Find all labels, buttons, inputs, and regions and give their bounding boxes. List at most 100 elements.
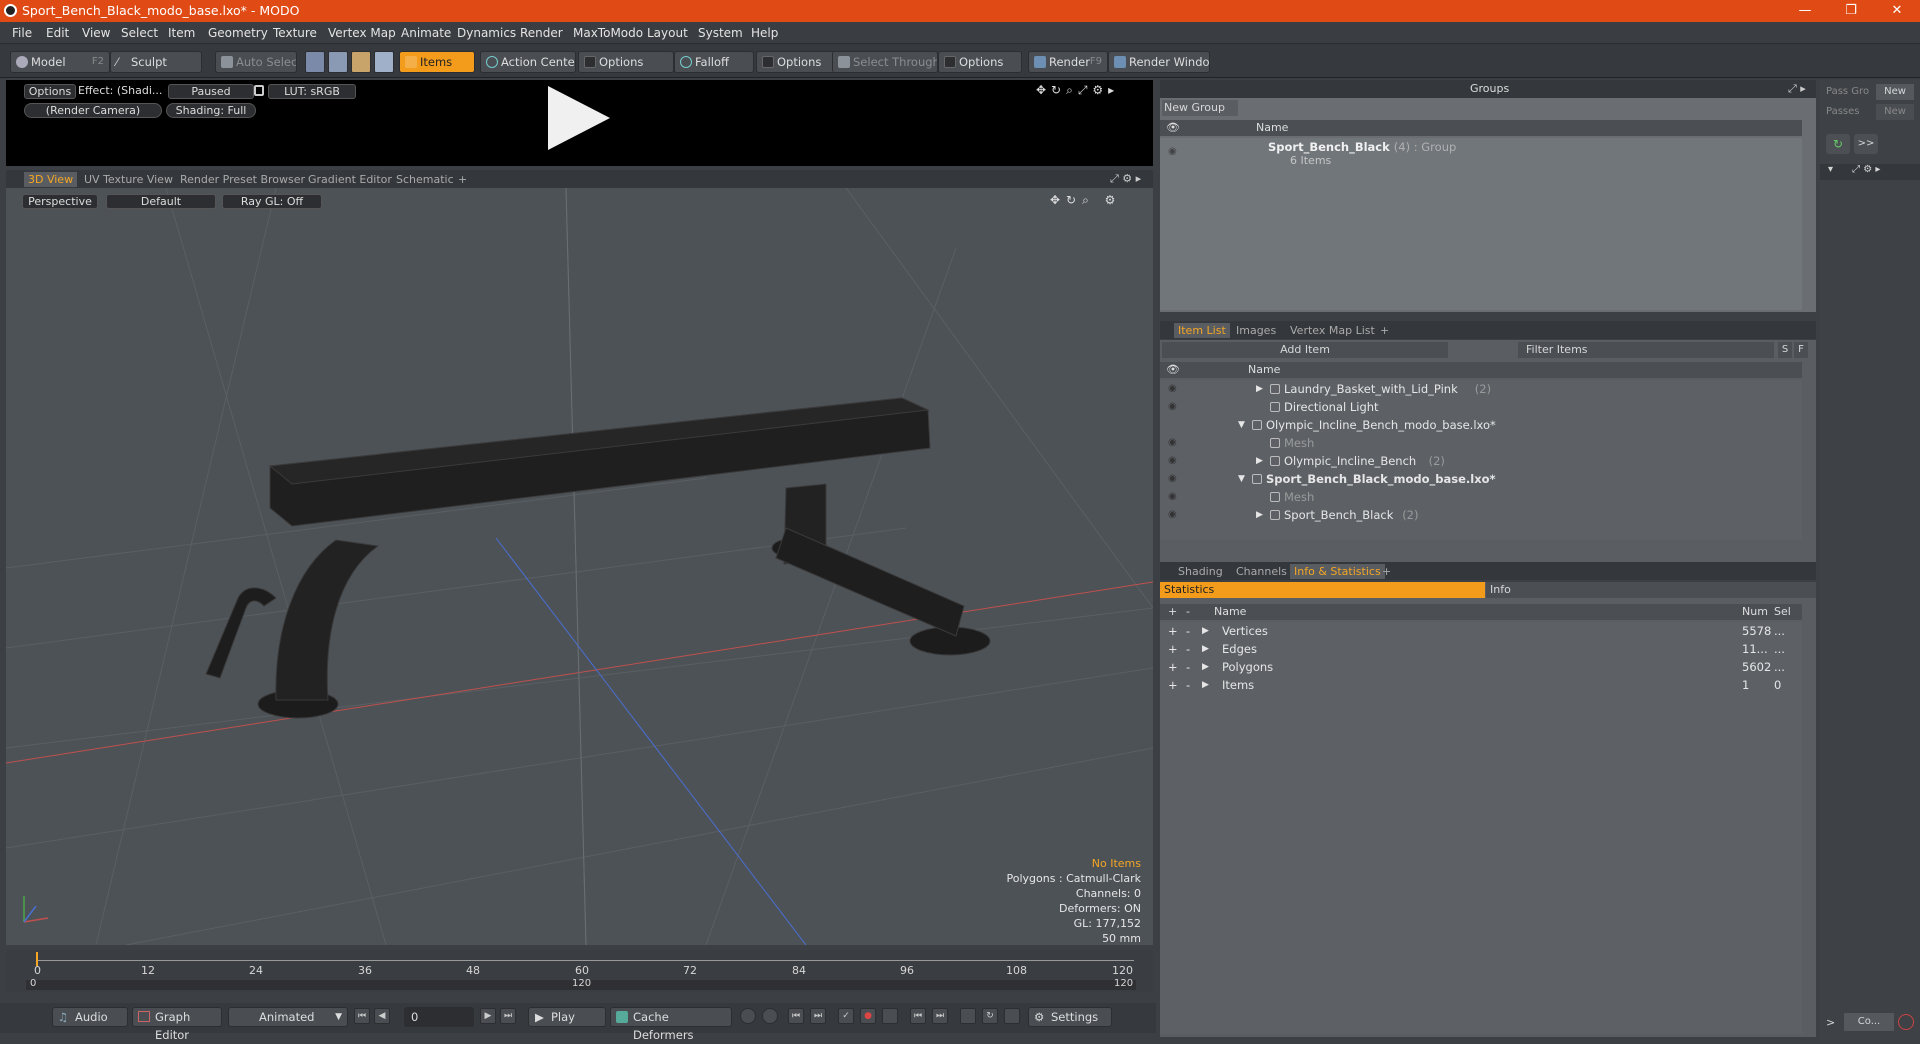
render-camera-dropdown[interactable]: (Render Camera) [24, 103, 162, 118]
falloff-options-button[interactable]: Options [756, 51, 836, 73]
lock-icon[interactable] [254, 85, 264, 96]
select-through-button[interactable]: Select Through [832, 51, 938, 73]
stats-row[interactable]: + - ▶ Items 1 0 [1160, 676, 1802, 694]
3d-viewport[interactable]: Perspective Default Ray GL: Off ✥↻⌕ ⚙ No… [6, 188, 1153, 945]
tab-item-list[interactable]: Item List [1174, 323, 1230, 338]
settings-button[interactable]: ⚙ Settings [1028, 1007, 1112, 1027]
preview-effect-dropdown[interactable]: Effect: (Shadi... [78, 84, 164, 99]
play-icon[interactable] [548, 86, 610, 150]
tab-gradient-editor[interactable]: Gradient Editor [304, 172, 396, 187]
prev-key-icon[interactable]: ⏮ [788, 1008, 804, 1024]
action-center-button[interactable]: Action Center [480, 51, 576, 73]
tab-shading[interactable]: Shading [1174, 564, 1227, 579]
f-toggle[interactable]: F [1794, 342, 1808, 358]
minimize-button[interactable]: — [1782, 0, 1828, 22]
viewport-nav-icons[interactable]: ✥↻⌕ ⚙ [1050, 193, 1121, 208]
tab-schematic[interactable]: Schematic [392, 172, 458, 187]
item-list-row[interactable]: ◉ ▶ Sport_Bench_Black (2) [1160, 506, 1802, 524]
tab-uv-texture-view[interactable]: UV Texture View [80, 172, 177, 187]
refresh-icon[interactable]: ↻ [982, 1008, 998, 1024]
item-list-row[interactable]: ◉ Mesh [1160, 488, 1802, 506]
viewport-tab-controls-icon[interactable]: ⤢ ⚙ ▸ [1110, 172, 1141, 186]
tab-channels[interactable]: Channels [1232, 564, 1291, 579]
menu-view[interactable]: View [82, 26, 110, 40]
s-toggle[interactable]: S [1778, 342, 1792, 358]
expand-arrow-icon[interactable]: ▶ [1202, 640, 1209, 658]
expand-arrow-icon[interactable]: ▶ [1202, 658, 1209, 676]
key-icon[interactable] [740, 1008, 756, 1024]
raygl-dropdown[interactable]: Ray GL: Off [222, 194, 322, 209]
new-group-button[interactable]: New Group [1162, 100, 1238, 116]
animated-dropdown[interactable]: Animated ▼ [228, 1007, 348, 1027]
expand-arrow-icon[interactable]: ▼ [1238, 470, 1245, 488]
expand-arrow-icon[interactable]: ▶ [1256, 380, 1263, 398]
more-button[interactable]: >> [1854, 134, 1878, 154]
close-button[interactable]: ✕ [1874, 0, 1920, 22]
stop-icon[interactable] [1898, 1014, 1914, 1030]
menu-maxtomodo[interactable]: MaxToModo [573, 26, 643, 40]
shading-dropdown[interactable]: Shading: Full [166, 103, 256, 118]
visibility-eye-icon[interactable]: ◉ [1168, 398, 1177, 416]
next-key-icon[interactable]: ⏭ [810, 1008, 826, 1024]
stats-row[interactable]: + - ▶ Polygons 5602... [1160, 658, 1802, 676]
expand-arrow-icon[interactable]: ▶ [1202, 676, 1209, 694]
new-pass-button[interactable]: New [1876, 104, 1914, 120]
prev-marker-icon[interactable]: ⏮ [910, 1008, 926, 1024]
expand-plus-icon[interactable]: + [1168, 658, 1178, 676]
graph-editor-button[interactable]: Graph Editor [132, 1007, 222, 1042]
expand-arrow-icon[interactable]: > [1826, 1016, 1835, 1029]
filter-items-input[interactable]: Filter Items [1518, 342, 1774, 358]
groups-panel-controls-icon[interactable]: ⤢ ▸ [1788, 82, 1806, 96]
menu-layout[interactable]: Layout [647, 26, 688, 40]
preview-options-button[interactable]: Options [24, 84, 76, 99]
statistics-tab[interactable]: Statistics [1160, 582, 1485, 598]
next-frame-icon[interactable]: ▶ [480, 1008, 496, 1024]
auto-key-icon[interactable] [882, 1008, 898, 1024]
pass-panel-controls-icon[interactable]: ▾ ⤢ ⚙ ▸ [1820, 164, 1920, 180]
tab-info-statistics[interactable]: Info & Statistics [1290, 564, 1385, 579]
group-eye-icon[interactable]: ◉ [1168, 146, 1177, 157]
menu-help[interactable]: Help [751, 26, 778, 40]
info-tab[interactable]: Info [1486, 582, 1816, 598]
vertex-select-icon[interactable] [305, 51, 325, 73]
preview-nav-icons[interactable]: ✥↻⌕⤢⚙▸ [1036, 83, 1119, 98]
refresh-pass-icon[interactable]: ↻ [1826, 134, 1850, 154]
play-button[interactable]: ▶ Play [528, 1007, 606, 1027]
menu-geometry[interactable]: Geometry [208, 26, 268, 40]
expand-arrow-icon[interactable]: ▶ [1256, 506, 1263, 524]
menu-select[interactable]: Select [121, 26, 158, 40]
collapse-minus-icon[interactable]: - [1186, 676, 1190, 694]
lut-dropdown[interactable]: LUT: sRGB [268, 84, 356, 99]
group-row[interactable]: Sport_Bench_Black (4) : Group [1268, 140, 1456, 154]
expand-arrow-icon[interactable]: ▶ [1202, 622, 1209, 640]
menu-texture[interactable]: Texture [273, 26, 317, 40]
next-marker-icon[interactable]: ⏭ [932, 1008, 948, 1024]
collapse-minus-icon[interactable]: - [1186, 622, 1190, 640]
action-center-options-button[interactable]: Options [578, 51, 674, 73]
menu-file[interactable]: File [12, 26, 32, 40]
menu-item[interactable]: Item [168, 26, 195, 40]
tab-images[interactable]: Images [1232, 323, 1280, 338]
set-key-icon[interactable]: ✓ [838, 1008, 854, 1024]
loop-icon[interactable] [960, 1008, 976, 1024]
add-item-dropdown[interactable]: Add Item [1162, 342, 1448, 358]
last-frame-icon[interactable]: ⏭ [500, 1008, 516, 1024]
polygon-select-icon[interactable] [351, 51, 371, 73]
tab-vertex-map-list[interactable]: Vertex Map List [1286, 323, 1379, 338]
record-icon[interactable]: ● [860, 1008, 876, 1024]
item-list-row[interactable]: ◉ ▶ Laundry_Basket_with_Lid_Pink (2) [1160, 380, 1802, 398]
material-select-icon[interactable] [374, 51, 394, 73]
render-button[interactable]: Render F9 [1028, 51, 1108, 73]
stats-row[interactable]: + - ▶ Vertices 5578... [1160, 622, 1802, 640]
item-list-row[interactable]: ◉ ▼ Sport_Bench_Black_modo_base.lxo* [1160, 470, 1802, 488]
expand-plus-icon[interactable]: + [1168, 640, 1178, 658]
item-list-row[interactable]: ▼ Olympic_Incline_Bench_modo_base.lxo* [1160, 416, 1802, 434]
visibility-eye-icon[interactable]: ◉ [1168, 488, 1177, 506]
visibility-eye-icon[interactable]: ◉ [1168, 506, 1177, 524]
menu-render[interactable]: Render [520, 26, 563, 40]
sculpt-mode-button[interactable]: ⁄ Sculpt [110, 51, 202, 73]
tab-3d-view[interactable]: 3D View [24, 172, 78, 187]
visibility-eye-icon[interactable]: ◉ [1168, 470, 1177, 488]
stats-row[interactable]: + - ▶ Edges 11...... [1160, 640, 1802, 658]
item-list-row[interactable]: ◉ Mesh [1160, 434, 1802, 452]
